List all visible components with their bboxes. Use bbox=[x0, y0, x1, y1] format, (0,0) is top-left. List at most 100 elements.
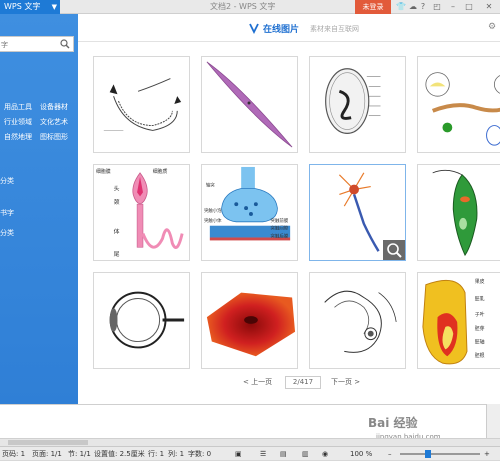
help-icon[interactable]: ? bbox=[418, 2, 428, 12]
thumb-label: 轴突 bbox=[206, 182, 215, 189]
online-images-dialog: 在线图片 素材来自互联网 ⚙ 细胞膜 细胞质 头 颈 体 尾 轴突 突触小泡 突… bbox=[78, 14, 500, 404]
next-page-link[interactable]: 下一页 > bbox=[331, 377, 360, 387]
status-page-number: 页码: 1 bbox=[2, 450, 26, 458]
thumb-label: 头 bbox=[114, 184, 120, 192]
image-thumbnail[interactable] bbox=[417, 56, 500, 153]
thumb-label: 突触间隙 bbox=[271, 225, 289, 232]
thumb-label: 细胞膜 bbox=[96, 168, 111, 175]
thumb-label: 细胞质 bbox=[153, 168, 168, 175]
zoom-level[interactable]: 100 % bbox=[350, 447, 372, 461]
thumb-label: 胚乳 bbox=[475, 295, 485, 302]
status-row: 行: 1 bbox=[148, 450, 165, 458]
category-item[interactable]: 设备器材 bbox=[40, 100, 76, 115]
online-images-icon bbox=[249, 23, 259, 34]
title-bar: WPS 文字 ▼ 文档2 - WPS 文字 未登录 👕 ☁ ? ◰ – □ ✕ bbox=[0, 0, 500, 14]
zoom-slider[interactable] bbox=[400, 453, 480, 455]
dialog-header: 在线图片 素材来自互联网 ⚙ bbox=[78, 14, 500, 42]
dialog-subtitle: 素材来自互联网 bbox=[310, 25, 359, 33]
status-pages: 页面: 1/1 bbox=[32, 450, 62, 458]
status-setting: 设置值: 2.5厘米 bbox=[94, 450, 145, 458]
image-thumbnail[interactable]: 细胞膜 细胞质 头 颈 体 尾 bbox=[93, 164, 190, 261]
document-title: 文档2 - WPS 文字 bbox=[210, 2, 276, 11]
eye-anatomy-icon bbox=[109, 291, 185, 349]
app-menu-button[interactable]: WPS 文字 ▼ bbox=[0, 0, 60, 14]
ear-anatomy-icon bbox=[324, 290, 397, 353]
thumb-label: 突触前膜 bbox=[271, 217, 289, 224]
search-input[interactable]: 字 bbox=[0, 36, 74, 52]
category-item[interactable]: 文化艺术 bbox=[40, 115, 76, 130]
image-thumbnail[interactable] bbox=[201, 56, 298, 153]
status-col: 列: 1 bbox=[168, 450, 185, 458]
magnify-icon bbox=[387, 243, 402, 258]
scroll-thumb[interactable] bbox=[8, 440, 88, 445]
seed-structure-icon: 果皮 胚乳 子叶 胚芽 胚轴 胚根 bbox=[422, 278, 485, 365]
category-item[interactable]: 行业领域 bbox=[4, 115, 40, 130]
category-item[interactable]: 用品工具 bbox=[4, 100, 40, 115]
cloud-icon[interactable]: ☁ bbox=[408, 2, 418, 12]
status-section: 节: 1/1 bbox=[68, 450, 91, 458]
thumb-label: 胚芽 bbox=[475, 325, 485, 332]
cilia-diagram-icon bbox=[103, 78, 182, 131]
thumb-label: 突触小泡 bbox=[204, 207, 222, 214]
image-thumbnail[interactable]: 果皮 胚乳 子叶 胚芽 胚轴 胚根 bbox=[417, 272, 500, 369]
zoom-in-icon[interactable]: + bbox=[484, 447, 490, 461]
vertical-scrollbar[interactable] bbox=[486, 404, 500, 438]
muscle-cell-icon bbox=[206, 61, 293, 148]
category-item[interactable]: 自然地理 bbox=[4, 130, 40, 145]
thumb-label: 突触小体 bbox=[204, 217, 222, 224]
image-thumbnail[interactable]: 轴突 突触小泡 突触前膜 突触间隙 突触后膜 突触小体 bbox=[201, 164, 298, 261]
zoom-preview-button[interactable] bbox=[383, 240, 405, 260]
image-thumbnail[interactable] bbox=[93, 56, 190, 153]
maximize-icon[interactable]: □ bbox=[464, 2, 474, 12]
page-indicator[interactable]: 2/417 bbox=[285, 376, 321, 389]
category-item[interactable]: 图标图形 bbox=[40, 130, 76, 145]
side-link[interactable]: 分类 bbox=[0, 176, 14, 186]
synapse-diagram-icon: 轴突 突触小泡 突触前膜 突触间隙 突触后膜 突触小体 bbox=[204, 166, 291, 241]
minimize-icon[interactable]: – bbox=[448, 2, 458, 12]
watermark-logo: Bai 经验 bbox=[368, 416, 418, 430]
image-thumbnail[interactable] bbox=[93, 272, 190, 369]
thumb-label: 颈 bbox=[114, 198, 120, 206]
dialog-title: 在线图片 bbox=[263, 25, 300, 35]
prev-page-link[interactable]: < 上一页 bbox=[243, 377, 272, 387]
gear-icon[interactable]: ⚙ bbox=[488, 22, 498, 32]
bacteria-diagram-icon bbox=[325, 68, 381, 134]
thumb-label: 突触后膜 bbox=[271, 232, 289, 239]
red-tissue-icon bbox=[206, 292, 296, 357]
image-thumbnail[interactable] bbox=[201, 272, 298, 369]
thumb-label: 尾 bbox=[114, 251, 120, 258]
thumb-label: 体 bbox=[114, 228, 120, 236]
chevron-down-icon: ▼ bbox=[51, 3, 57, 11]
shirt-icon[interactable]: 👕 bbox=[396, 2, 406, 12]
web-view-icon[interactable]: ▤ bbox=[280, 447, 287, 461]
close-icon[interactable]: ✕ bbox=[484, 2, 494, 12]
search-placeholder: 字 bbox=[1, 41, 8, 49]
image-thumbnail[interactable] bbox=[309, 272, 406, 369]
zoom-slider-handle[interactable] bbox=[425, 450, 431, 458]
euglena-icon bbox=[432, 169, 478, 257]
side-link[interactable]: 书字 bbox=[0, 208, 14, 218]
horizontal-scrollbar[interactable] bbox=[0, 438, 500, 446]
zoom-out-icon[interactable]: – bbox=[388, 447, 392, 461]
thumb-label: 胚轴 bbox=[475, 339, 485, 346]
outline-view-icon[interactable]: ☰ bbox=[260, 447, 266, 461]
pagination: < 上一页 2/417 下一页 > bbox=[78, 376, 500, 390]
digestion-diagram-icon bbox=[425, 72, 500, 146]
page-view-icon[interactable]: ▣ bbox=[235, 447, 242, 461]
search-icon[interactable] bbox=[60, 39, 70, 49]
thumb-label: 胚根 bbox=[475, 352, 485, 359]
read-view-icon[interactable]: ▥ bbox=[302, 447, 309, 461]
category-sidebar: 字 用品工具 设备器材 行业领域 文化艺术 自然地理 图标图形 分类 书字 分类 bbox=[0, 14, 78, 404]
image-thumbnail[interactable] bbox=[309, 56, 406, 153]
thumb-label: 子叶 bbox=[475, 311, 485, 318]
image-thumbnail[interactable] bbox=[417, 164, 500, 261]
app-name: WPS 文字 bbox=[4, 2, 41, 11]
sperm-cell-icon: 细胞膜 细胞质 头 颈 体 尾 bbox=[96, 168, 184, 258]
image-thumbnail-selected[interactable] bbox=[309, 164, 406, 261]
side-link[interactable]: 分类 bbox=[0, 228, 14, 238]
restore-icon[interactable]: ◰ bbox=[432, 2, 442, 12]
status-bar: 页码: 1 页面: 1/1 节: 1/1 设置值: 2.5厘米 行: 1 列: … bbox=[0, 446, 500, 460]
eye-icon[interactable]: ◉ bbox=[322, 447, 328, 461]
status-words: 字数: 0 bbox=[188, 450, 212, 458]
login-button[interactable]: 未登录 bbox=[355, 0, 391, 14]
